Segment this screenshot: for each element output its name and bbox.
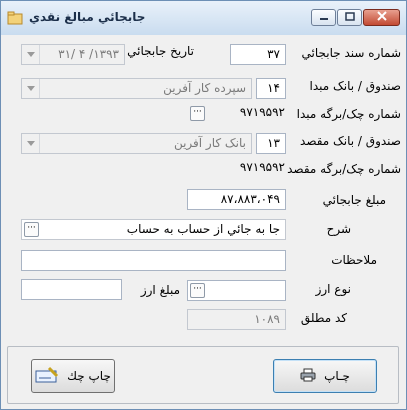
check-print-button[interactable]: چاپ چك bbox=[31, 359, 115, 393]
close-button[interactable] bbox=[363, 9, 400, 26]
button-panel: چـاپ چاپ چك bbox=[7, 346, 399, 404]
print-button[interactable]: چـاپ bbox=[273, 359, 377, 393]
doc-number-label: شماره سند جابجائي bbox=[301, 46, 402, 60]
printer-icon bbox=[300, 368, 316, 385]
notes-field[interactable] bbox=[21, 250, 286, 271]
dest-code-field[interactable]: ۱۳ bbox=[256, 133, 286, 154]
dest-box-label: صندوق / بانک مقصد bbox=[300, 134, 401, 148]
minimize-button[interactable] bbox=[311, 9, 336, 26]
source-name-value: سپرده کار آفرين bbox=[163, 81, 246, 95]
ellipsis-icon[interactable]: ··· bbox=[190, 283, 205, 298]
currency-amount-label: مبلغ ارز bbox=[140, 283, 180, 297]
description-value: جا به جائي از حساب به حساب bbox=[126, 222, 280, 236]
transfer-date-label: تاريخ جابجائي bbox=[127, 44, 194, 58]
form-area: شماره سند جابجائي ۳۷ تاريخ جابجائي ۱۳۹۳/… bbox=[4, 35, 403, 408]
notes-label: ملاحظات bbox=[331, 253, 377, 267]
dest-box-select[interactable]: بانک کار آفرين bbox=[21, 133, 252, 154]
minimize-icon bbox=[319, 11, 329, 24]
dest-check-label: شماره چک/برگه مقصد bbox=[287, 162, 401, 176]
maximize-button[interactable] bbox=[337, 9, 362, 26]
chevron-down-icon[interactable] bbox=[22, 79, 40, 98]
window-title: جابجائي مبالغ نقدي bbox=[29, 10, 146, 24]
ellipsis-icon[interactable]: ··· bbox=[190, 106, 205, 121]
check-print-button-label: چاپ چك bbox=[67, 369, 111, 383]
app-icon bbox=[7, 10, 23, 26]
description-label: شرح bbox=[326, 222, 351, 236]
source-code-field[interactable]: ۱۴ bbox=[256, 78, 286, 99]
maximize-icon bbox=[344, 11, 355, 24]
dest-check-value[interactable]: ۹۷۱۹۵۹۲ bbox=[240, 160, 285, 174]
check-print-icon bbox=[35, 366, 59, 387]
ellipsis-icon[interactable]: ··· bbox=[24, 222, 39, 237]
amount-label: مبلغ جابجائي bbox=[322, 193, 386, 207]
print-button-label: چـاپ bbox=[324, 369, 350, 383]
chevron-down-icon[interactable] bbox=[22, 45, 40, 64]
total-code-field[interactable]: ۱۰۸۹ bbox=[187, 309, 286, 330]
chevron-down-icon[interactable] bbox=[22, 134, 40, 153]
dialog-window: جابجائي مبالغ نقدي شماره سند جابجائي ۳۷ … bbox=[0, 0, 407, 410]
source-check-value[interactable]: ۹۷۱۹۵۹۲ bbox=[240, 105, 285, 119]
dest-name-value: بانک کار آفرين bbox=[173, 136, 246, 150]
transfer-date-picker[interactable]: ۱۳۹۳/ ۴ /۳۱ bbox=[21, 44, 125, 65]
source-check-label: شماره چک/برگه مبدا bbox=[296, 107, 401, 121]
doc-number-field[interactable]: ۳۷ bbox=[230, 44, 286, 65]
source-box-select[interactable]: سپرده کار آفرين bbox=[21, 78, 252, 99]
currency-type-label: نوع ارز bbox=[315, 282, 351, 296]
currency-amount-field[interactable] bbox=[21, 279, 122, 300]
close-icon bbox=[376, 11, 387, 24]
title-bar[interactable]: جابجائي مبالغ نقدي bbox=[1, 1, 406, 35]
description-field[interactable]: جا به جائي از حساب به حساب bbox=[21, 219, 286, 240]
source-box-label: صندوق / بانک مبدا bbox=[309, 79, 401, 93]
total-code-label: کد مطلق bbox=[300, 311, 347, 325]
amount-field[interactable]: ۸۷،۸۸۳،۰۴۹ bbox=[187, 189, 286, 210]
transfer-date-value: ۱۳۹۳/ ۴ /۳۱ bbox=[58, 47, 119, 61]
